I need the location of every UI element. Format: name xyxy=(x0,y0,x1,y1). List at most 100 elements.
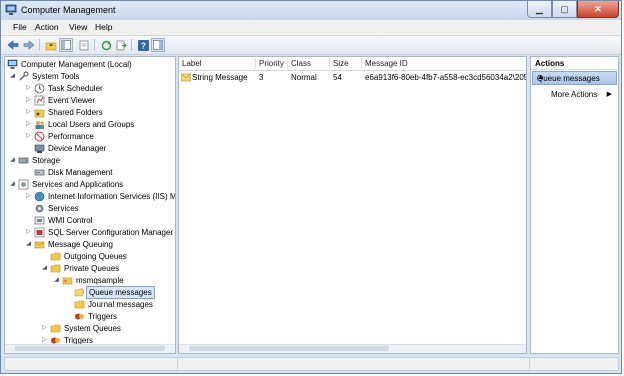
folder-icon xyxy=(74,300,85,309)
performance-icon xyxy=(34,131,45,142)
expand-arrow-icon[interactable]: ▷ xyxy=(25,131,32,142)
close-button[interactable]: ✕ xyxy=(577,1,619,18)
menu-file[interactable]: File xyxy=(13,22,27,32)
tree-label: Services xyxy=(48,204,79,213)
tree-label: Internet Information Services (IIS) M xyxy=(48,192,176,201)
status-bar xyxy=(4,357,619,371)
back-arrow-icon[interactable] xyxy=(6,38,20,52)
cell-size: 54 xyxy=(333,73,342,82)
message-queuing-icon xyxy=(34,241,45,249)
tree-label: Outgoing Queues xyxy=(64,252,127,261)
tree-label: Shared Folders xyxy=(48,108,103,117)
actions-section-queue-messages[interactable]: Queue messages ▲ xyxy=(532,71,617,85)
device-manager-icon xyxy=(34,144,45,153)
tools-icon xyxy=(19,71,29,81)
column-header-message-id[interactable]: Message ID xyxy=(365,59,408,68)
table-row[interactable]: String Message 3 Normal 54 e6a913f6-80eb… xyxy=(179,72,527,83)
computer-management-icon xyxy=(5,4,17,15)
tree-label: Device Manager xyxy=(48,144,107,153)
actions-pane: Actions Queue messages ▲ More Actions ▶ xyxy=(530,56,619,354)
window-title: Computer Management xyxy=(21,5,116,15)
expand-arrow-icon[interactable]: ▷ xyxy=(41,323,48,334)
collapse-arrow-icon[interactable]: ◢ xyxy=(9,71,16,82)
messages-list[interactable]: Label Priority Class Size Message ID Str… xyxy=(178,56,527,354)
tree-label: Task Scheduler xyxy=(48,84,103,93)
submenu-arrow-icon[interactable]: ▶ xyxy=(607,90,612,98)
computer-management-window: Computer Management ▁ ▢ ✕ File Action Vi… xyxy=(0,0,622,374)
tree-label: Disk Management xyxy=(48,168,113,177)
column-header-row: Label Priority Class Size Message ID xyxy=(179,57,526,71)
services-apps-icon xyxy=(18,179,29,190)
tree-label: Local Users and Groups xyxy=(48,120,135,129)
collapse-arrow-icon[interactable]: ◢ xyxy=(53,275,60,286)
menu-view[interactable]: View xyxy=(69,22,87,32)
collapse-arrow-icon[interactable]: ◢ xyxy=(9,155,16,166)
show-hide-action-pane-icon[interactable] xyxy=(151,38,165,52)
tree-label: Journal messages xyxy=(88,300,153,309)
expand-arrow-icon[interactable]: ▷ xyxy=(25,83,32,94)
tree-label: Computer Management (Local) xyxy=(21,60,132,69)
forward-arrow-icon[interactable] xyxy=(22,38,36,52)
cell-priority: 3 xyxy=(259,73,264,82)
title-bar: Computer Management ▁ ▢ ✕ xyxy=(1,1,621,20)
expand-arrow-icon[interactable]: ▷ xyxy=(25,95,32,106)
computer-icon xyxy=(7,59,18,69)
properties-icon[interactable] xyxy=(77,38,91,52)
menu-help[interactable]: Help xyxy=(95,22,112,32)
shared-folder-icon xyxy=(34,109,45,118)
column-header-size[interactable]: Size xyxy=(333,59,349,68)
tree-label: Message Queuing xyxy=(48,240,113,249)
refresh-icon[interactable] xyxy=(99,38,113,52)
cell-class: Normal xyxy=(291,73,317,82)
menu-bar: File Action View Help xyxy=(1,20,621,36)
queue-icon xyxy=(62,277,73,285)
expand-arrow-icon[interactable]: ▷ xyxy=(25,119,32,130)
export-list-icon[interactable] xyxy=(114,38,128,52)
wmi-icon xyxy=(34,216,45,225)
collapse-arrow-icon[interactable]: ◢ xyxy=(25,239,32,250)
collapse-triangle-icon[interactable]: ▲ xyxy=(537,74,611,81)
globe-icon xyxy=(34,191,45,202)
tree-label: Storage xyxy=(32,156,61,165)
minimize-button[interactable]: ▁ xyxy=(527,1,552,18)
message-envelope-icon xyxy=(181,73,191,82)
tree-label: System Tools xyxy=(32,72,80,81)
collapse-arrow-icon[interactable]: ◢ xyxy=(9,179,16,190)
up-folder-icon[interactable] xyxy=(44,38,58,52)
help-icon[interactable]: ? xyxy=(136,38,150,52)
triggers-icon xyxy=(75,313,84,320)
folder-icon xyxy=(50,324,61,333)
list-horizontal-scrollbar[interactable] xyxy=(179,344,526,353)
tree-label: System Queues xyxy=(64,324,121,333)
show-hide-tree-icon[interactable] xyxy=(59,38,73,52)
more-actions-link[interactable]: More Actions xyxy=(551,90,597,99)
column-header-priority[interactable]: Priority xyxy=(259,59,284,68)
maximize-button[interactable]: ▢ xyxy=(552,1,577,18)
column-header-label[interactable]: Label xyxy=(182,59,202,68)
open-folder-icon xyxy=(74,288,85,297)
tree-horizontal-scrollbar[interactable] xyxy=(5,344,175,353)
services-gear-icon xyxy=(35,204,44,213)
disk-icon xyxy=(34,169,45,176)
toolbar: ? xyxy=(1,36,621,55)
tree-label: Queue messages xyxy=(86,286,155,299)
folder-icon xyxy=(50,252,61,261)
cell-message-id: e6a913f6-80eb-4fb7-a558-ec3cd56034a2\205… xyxy=(365,73,527,82)
tree-label: WMI Control xyxy=(48,216,93,225)
collapse-arrow-icon[interactable]: ◢ xyxy=(41,263,48,274)
menu-action[interactable]: Action xyxy=(35,22,59,32)
tree-label: Performance xyxy=(48,132,94,141)
column-header-class[interactable]: Class xyxy=(291,59,311,68)
actions-header: Actions xyxy=(531,57,618,70)
users-icon xyxy=(35,121,44,129)
tree-label: Triggers xyxy=(88,312,118,321)
tree-label: SQL Server Configuration Manager xyxy=(48,228,174,237)
cell-label: String Message xyxy=(192,73,248,82)
expand-arrow-icon[interactable]: ▷ xyxy=(25,107,32,118)
expand-arrow-icon[interactable]: ▷ xyxy=(25,191,32,202)
svg-text:?: ? xyxy=(141,41,146,50)
storage-icon xyxy=(18,157,29,164)
console-tree[interactable]: Computer Management (Local) ◢ System Too… xyxy=(4,56,176,354)
clock-icon xyxy=(34,83,45,94)
expand-arrow-icon[interactable]: ▷ xyxy=(25,227,32,238)
